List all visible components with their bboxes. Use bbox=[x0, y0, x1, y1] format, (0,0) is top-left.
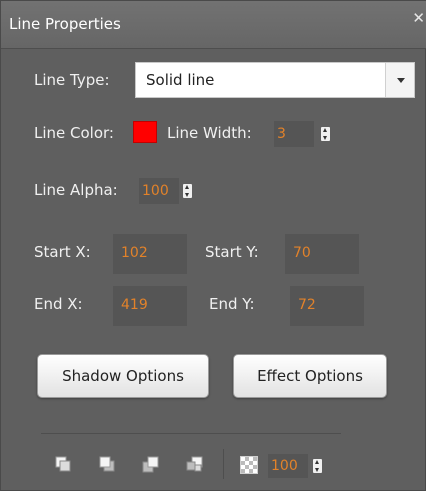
end-y-input[interactable]: 72 bbox=[290, 286, 364, 326]
panel-titlebar[interactable]: Line Properties ✕ bbox=[1, 1, 426, 49]
line-type-label: Line Type: bbox=[34, 71, 110, 89]
line-width-input[interactable]: 3 bbox=[274, 121, 314, 147]
start-y-input[interactable]: 70 bbox=[285, 234, 359, 274]
line-alpha-input[interactable]: 100 bbox=[139, 178, 179, 204]
line-alpha-label: Line Alpha: bbox=[34, 181, 118, 199]
line-width-stepper-icon[interactable] bbox=[321, 127, 330, 141]
shadow-options-button[interactable]: Shadow Options bbox=[37, 354, 209, 398]
line-alpha-stepper-icon[interactable] bbox=[183, 184, 192, 198]
line-type-value: Solid line bbox=[146, 71, 215, 89]
chevron-down-icon[interactable] bbox=[385, 63, 414, 97]
end-x-input[interactable]: 419 bbox=[113, 286, 187, 326]
line-color-label: Line Color: bbox=[34, 124, 114, 142]
line-type-select[interactable]: Solid line bbox=[135, 62, 415, 98]
object-alpha-input[interactable]: 100 bbox=[268, 454, 308, 478]
send-backward-icon[interactable] bbox=[141, 454, 161, 474]
line-color-swatch[interactable] bbox=[133, 121, 157, 143]
transparency-icon[interactable] bbox=[240, 456, 258, 474]
toolbar-divider bbox=[41, 433, 341, 434]
line-properties-panel: Line Properties ✕ Line Type: Solid line … bbox=[0, 0, 426, 491]
bring-forward-icon[interactable] bbox=[97, 454, 117, 474]
end-y-label: End Y: bbox=[209, 295, 255, 313]
send-to-back-icon[interactable] bbox=[185, 454, 205, 474]
start-x-label: Start X: bbox=[34, 243, 91, 261]
effect-options-button[interactable]: Effect Options bbox=[233, 354, 387, 398]
panel-title: Line Properties bbox=[9, 15, 121, 33]
start-y-label: Start Y: bbox=[205, 243, 259, 261]
end-x-label: End X: bbox=[34, 295, 83, 313]
toolbar-vertical-divider bbox=[223, 449, 224, 479]
line-width-label: Line Width: bbox=[167, 124, 252, 142]
bring-to-front-icon[interactable] bbox=[53, 454, 73, 474]
object-alpha-stepper-icon[interactable] bbox=[313, 459, 322, 473]
start-x-input[interactable]: 102 bbox=[113, 234, 187, 274]
close-icon[interactable]: ✕ bbox=[412, 9, 425, 27]
